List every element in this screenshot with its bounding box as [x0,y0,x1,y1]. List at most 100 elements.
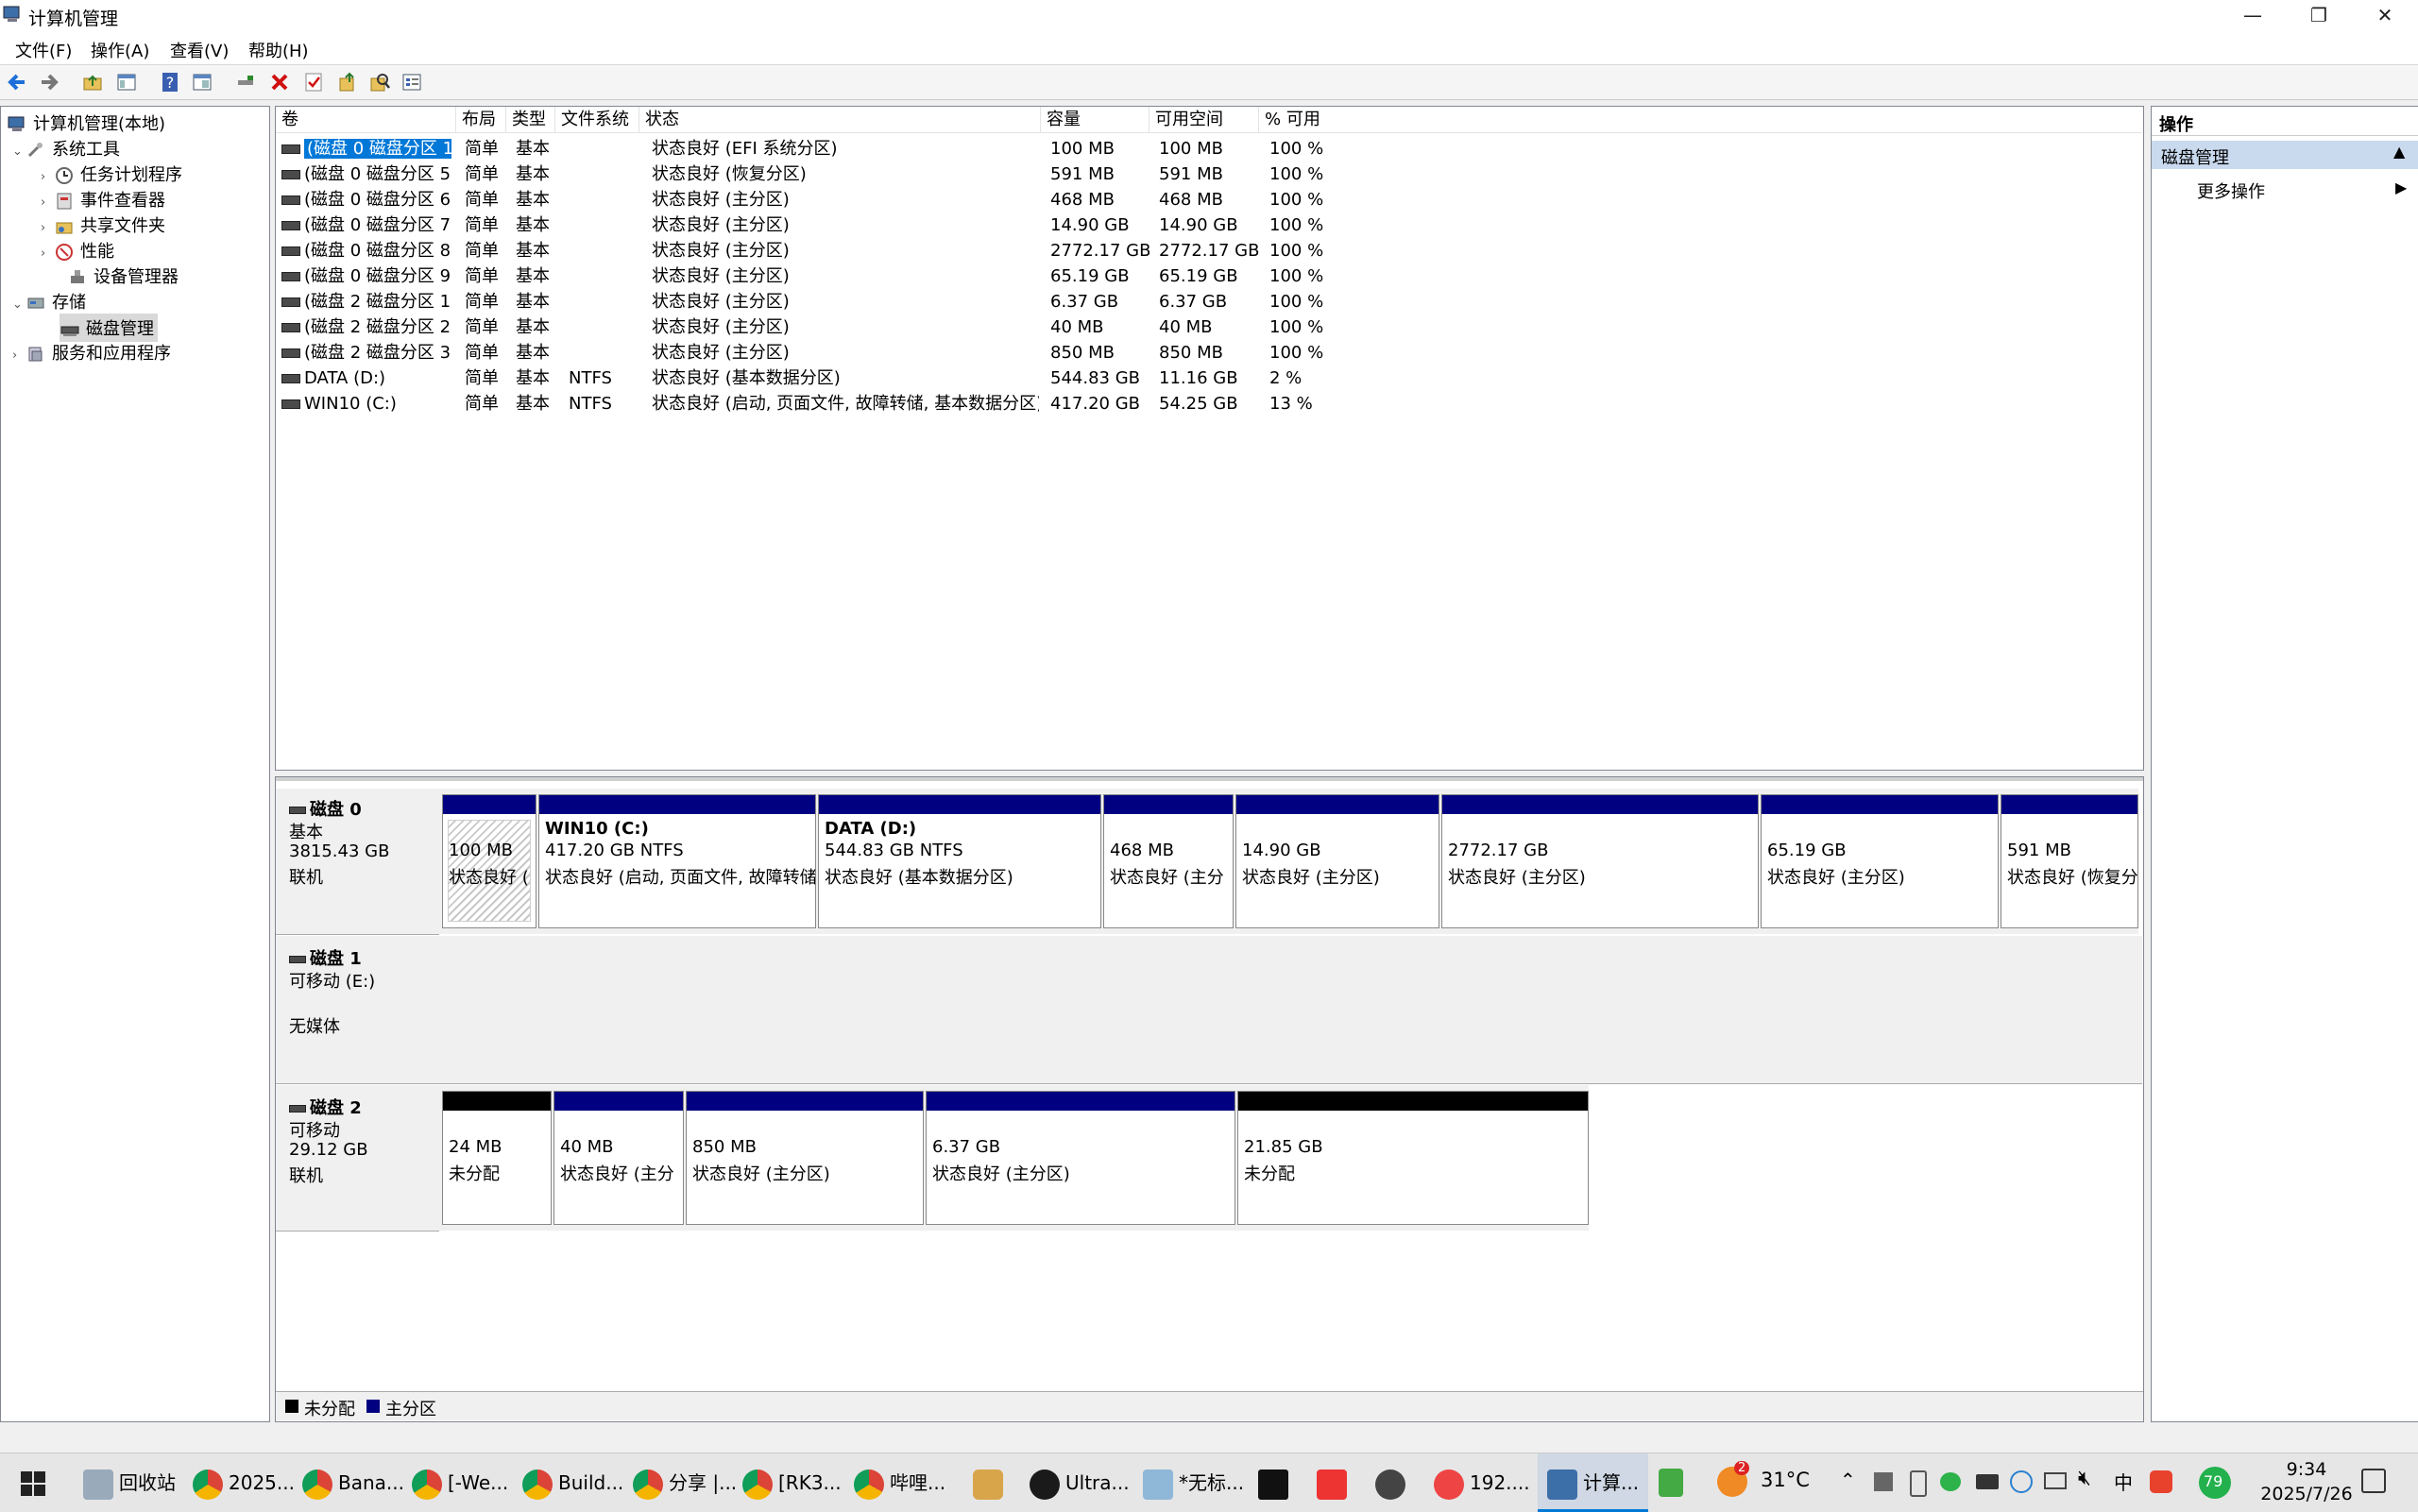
taskbar-paint[interactable] [973,1453,1009,1512]
chevron-right-icon[interactable]: › [41,170,54,184]
menu-action[interactable]: 操作(A) [91,38,149,62]
wechat-icon[interactable] [1940,1472,1961,1491]
partition-65gb[interactable]: 65.19 GB 状态良好 (主分区) [1761,794,1999,928]
tree-item-shared-folders[interactable]: › 共享文件夹 [41,212,165,237]
partition-recovery[interactable]: 591 MB 状态良好 (恢复分 [2001,794,2138,928]
menu-file[interactable]: 文件(F) [15,38,72,62]
table-row[interactable]: (磁盘 2 磁盘分区 2) 简单 基本 状态良好 (主分区) 40 MB 40 MB 100… [276,314,1598,340]
collapse-up-icon[interactable]: ▲ [2393,143,2405,161]
partition-data-d[interactable]: DATA (D:) 544.83 GB NTFS 状态良好 (基本数据分区) [818,794,1101,928]
disk-2-label[interactable]: 磁盘 2 可移动 29.12 GB 联机 [276,1085,439,1232]
connect-icon[interactable] [234,71,257,93]
taskbar-chrome-4[interactable]: Build... [522,1453,623,1512]
taskbar-app-circle[interactable] [1375,1453,1411,1512]
column-header-free[interactable]: 可用空间 [1149,107,1259,133]
column-header-type[interactable]: 类型 [506,107,555,133]
partition-2772gb[interactable]: 2772.17 GB 状态良好 (主分区) [1441,794,1759,928]
menu-view[interactable]: 查看(V) [170,38,229,62]
taskbar-chrome-5[interactable]: 分享 |... [633,1453,737,1512]
up-folder-icon[interactable] [81,71,104,93]
column-header-status[interactable]: 状态 [639,107,1041,133]
restore-button[interactable]: ❐ [2286,0,2352,32]
sync-icon[interactable] [2010,1470,2033,1493]
battery-tray-icon[interactable] [1659,1469,1683,1497]
disk-1-label[interactable]: 磁盘 1 可移动 (E:) 无媒体 [276,936,439,1084]
table-row[interactable]: WIN10 (C:) 简单 基本 NTFS 状态良好 (启动, 页面文件, 故障转储, … [276,391,1598,416]
taskbar-recycle-bin[interactable]: 回收站 [83,1453,176,1512]
taskbar-computer-management[interactable]: 计算... [1538,1453,1649,1512]
clock-time[interactable]: 9:34 [2269,1459,2344,1480]
tree-item-device-manager[interactable]: 设备管理器 [54,263,179,288]
column-header-capacity[interactable]: 容量 [1041,107,1149,133]
partition-efi[interactable]: 100 MB 状态良好 ( [442,794,536,928]
clock-date[interactable]: 2025/7/26 [2242,1484,2371,1504]
taskbar-ultraedit[interactable]: Ultra... [1030,1453,1130,1512]
chevron-right-icon[interactable]: › [12,348,26,363]
tree-item-storage[interactable]: ⌄ 存储 [12,289,86,314]
disk-0-label[interactable]: 磁盘 0 基本 3815.43 GB 联机 [276,789,439,935]
actions-section-disk-management[interactable]: 磁盘管理 ▲ [2152,141,2418,169]
taskbar-chrome-3[interactable]: [-We... [412,1453,508,1512]
menu-help[interactable]: 帮助(H) [248,38,309,62]
partition-468mb[interactable]: 468 MB 状态良好 (主分 [1103,794,1234,928]
taskbar-chrome-2[interactable]: Bana... [302,1453,404,1512]
tree-item-services[interactable]: › 服务和应用程序 [12,340,171,365]
properties-icon[interactable] [400,71,423,93]
help-icon[interactable]: ? [159,71,181,93]
chevron-right-icon[interactable]: › [41,246,54,261]
input-method-icon[interactable]: 中 [2114,1468,2133,1495]
forward-icon[interactable] [38,71,60,93]
chevron-down-icon[interactable]: ⌄ [12,297,26,312]
taskbar-terminal[interactable] [1258,1453,1294,1512]
chevron-up-icon[interactable]: ⌃ [1840,1469,1856,1491]
chevron-down-icon[interactable]: ⌄ [12,144,26,159]
table-row[interactable]: (磁盘 0 磁盘分区 9) 简单 基本 状态良好 (主分区) 65.19 GB 65.19… [276,263,1598,289]
table-row[interactable]: (磁盘 2 磁盘分区 3) 简单 基本 状态良好 (主分区) 850 MB 850 MB 1… [276,340,1598,365]
column-header-layout[interactable]: 布局 [456,107,506,133]
notification-icon[interactable] [2361,1469,2386,1493]
partition-40mb[interactable]: 40 MB 状态良好 (主分 [553,1091,684,1225]
taskbar-notepad[interactable]: *无标... [1143,1453,1244,1512]
table-row[interactable]: (磁盘 0 磁盘分区 7) 简单 基本 状态良好 (主分区) 14.90 GB 14.90… [276,212,1598,238]
table-row[interactable]: (磁盘 0 磁盘分区 6) 简单 基本 状态良好 (主分区) 468 MB 468 MB 1… [276,187,1598,212]
tree-item-event-viewer[interactable]: › 事件查看器 [41,187,165,212]
tree-item-system-tools[interactable]: ⌄ 系统工具 [12,136,120,161]
partition-6gb[interactable]: 6.37 GB 状态良好 (主分区) [926,1091,1235,1225]
column-header-percent[interactable]: % 可用 [1259,107,2142,133]
partition-850mb[interactable]: 850 MB 状态良好 (主分区) [686,1091,924,1225]
partition-unallocated-21gb[interactable]: 21.85 GB 未分配 [1237,1091,1589,1225]
tree-item-disk-management[interactable]: 磁盘管理 [60,314,158,342]
partition-14gb[interactable]: 14.90 GB 状态良好 (主分区) [1235,794,1439,928]
taskbar-chrome-1[interactable]: 2025... [193,1453,295,1512]
taskbar-chrome-7[interactable]: 哔哩... [854,1453,945,1512]
table-row[interactable]: (磁盘 0 磁盘分区 8) 简单 基本 状态良好 (主分区) 2772.17 GB 277… [276,238,1598,263]
volume-muted-icon[interactable]: 🔇︎ [2078,1467,2091,1490]
table-row[interactable]: (磁盘 0 磁盘分区 1) 简单 基本 状态良好 (EFI 系统分区) 100 MB 10… [276,136,1598,161]
actions-more[interactable]: 更多操作 ▶ [2152,175,2418,203]
tree-root[interactable]: 计算机管理(本地) [7,110,165,135]
console-icon[interactable] [191,71,213,93]
network-icon[interactable] [2044,1472,2067,1489]
search-icon[interactable] [368,71,391,93]
taskbar-snail[interactable]: 192.... [1434,1453,1530,1512]
export-icon[interactable] [336,71,359,93]
column-header-volume[interactable]: 卷 [276,107,456,133]
windows-start-icon[interactable] [21,1471,45,1496]
table-row[interactable]: (磁盘 0 磁盘分区 5) 简单 基本 状态良好 (恢复分区) 591 MB 591 MB… [276,161,1598,187]
chevron-right-icon[interactable]: › [41,221,54,235]
column-header-filesystem[interactable]: 文件系统 [555,107,639,133]
check-icon[interactable] [302,71,325,93]
delete-icon[interactable] [268,71,291,93]
usb-icon[interactable] [1910,1470,1927,1497]
partition-win10-c[interactable]: WIN10 (C:) 417.20 GB NTFS 状态良好 (启动, 页面文件, … [538,794,816,928]
show-tree-icon[interactable] [115,71,138,93]
minimize-button[interactable]: — [2220,0,2286,32]
splitter[interactable] [276,777,2143,781]
table-row[interactable]: DATA (D:) 简单 基本 NTFS 状态良好 (基本数据分区) 544.83 GB 1… [276,365,1598,391]
taskbar-wps[interactable] [1317,1453,1353,1512]
chevron-right-icon[interactable]: › [41,195,54,210]
partition-unallocated-24mb[interactable]: 24 MB 未分配 [442,1091,552,1225]
table-row[interactable]: (磁盘 2 磁盘分区 1) 简单 基本 状态良好 (主分区) 6.37 GB 6.37 G… [276,289,1598,314]
tree-item-task-scheduler[interactable]: › 任务计划程序 [41,161,182,186]
battery-icon[interactable] [1976,1474,1999,1489]
